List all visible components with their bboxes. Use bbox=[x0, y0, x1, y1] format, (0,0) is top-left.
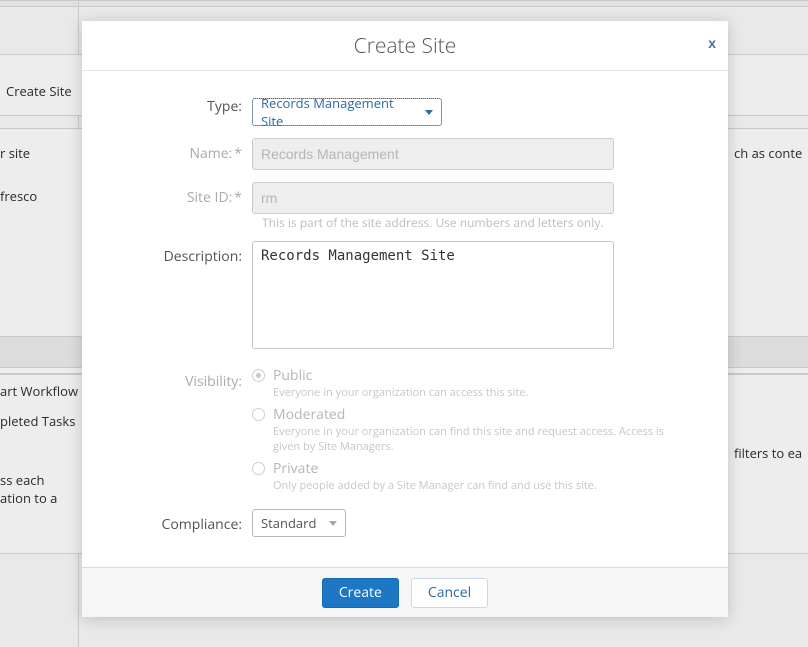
dialog-title: Create Site bbox=[354, 32, 457, 60]
cancel-button[interactable]: Cancel bbox=[411, 578, 488, 608]
create-button[interactable]: Create bbox=[322, 578, 399, 608]
label-visibility: Visibility: bbox=[92, 366, 252, 497]
type-select[interactable]: Records Management Site bbox=[252, 98, 442, 126]
row-description: Description: bbox=[92, 241, 718, 354]
label-siteid: Site ID:* bbox=[92, 182, 252, 214]
bg-ch-as-conte: ch as conte bbox=[734, 144, 802, 162]
row-type: Type: Records Management Site bbox=[92, 91, 718, 126]
radio-moderated-desc: Everyone in your organization can find t… bbox=[273, 425, 682, 455]
label-type: Type: bbox=[92, 91, 252, 126]
radio-public-label: Public bbox=[273, 366, 528, 385]
radio-moderated bbox=[252, 408, 265, 421]
compliance-select[interactable]: Standard bbox=[252, 509, 346, 537]
label-description: Description: bbox=[92, 241, 252, 354]
chevron-down-icon bbox=[329, 521, 337, 526]
radio-public bbox=[252, 369, 265, 382]
compliance-select-value: Standard bbox=[261, 514, 316, 532]
bg-fresco: fresco bbox=[0, 187, 37, 205]
label-name-text: Name: bbox=[189, 144, 232, 163]
bg-filters-to-ea: filters to ea bbox=[734, 444, 802, 462]
dialog-header: Create Site x bbox=[82, 21, 728, 71]
bg-ss-each: ss each bbox=[0, 471, 45, 489]
radio-private bbox=[252, 462, 265, 475]
label-name: Name:* bbox=[92, 138, 252, 170]
radio-moderated-label: Moderated bbox=[273, 405, 682, 424]
row-visibility: Visibility: Public Everyone in your orga… bbox=[92, 366, 718, 497]
bg-create-site: Create Site bbox=[6, 82, 72, 100]
close-icon[interactable]: x bbox=[708, 35, 716, 51]
bg-rsite: r site bbox=[0, 144, 30, 162]
bg-pleted-tasks: pleted Tasks bbox=[0, 412, 75, 430]
bg-header-strip bbox=[0, 0, 808, 7]
visibility-moderated: Moderated Everyone in your organization … bbox=[252, 405, 682, 455]
radio-private-label: Private bbox=[273, 459, 597, 478]
create-site-dialog: Create Site x Type: Records Management S… bbox=[82, 21, 728, 617]
dialog-footer: Create Cancel bbox=[82, 567, 728, 617]
radio-public-desc: Everyone in your organization can access… bbox=[273, 386, 528, 401]
label-compliance: Compliance: bbox=[92, 509, 252, 537]
name-input bbox=[252, 138, 614, 170]
row-name: Name:* bbox=[92, 138, 718, 170]
row-compliance: Compliance: Standard bbox=[92, 509, 718, 537]
bg-art-workflow: art Workflow bbox=[0, 382, 78, 400]
radio-private-desc: Only people added by a Site Manager can … bbox=[273, 479, 597, 494]
type-select-value: Records Management Site bbox=[261, 94, 419, 130]
chevron-down-icon bbox=[425, 110, 433, 115]
label-siteid-text: Site ID: bbox=[187, 188, 232, 207]
description-input[interactable] bbox=[252, 241, 614, 349]
bg-ation-to-a: ation to a bbox=[0, 489, 57, 507]
siteid-input bbox=[252, 182, 614, 214]
visibility-public: Public Everyone in your organization can… bbox=[252, 366, 682, 401]
visibility-private: Private Only people added by a Site Mana… bbox=[252, 459, 682, 494]
dialog-body: Type: Records Management Site Name:* Sit… bbox=[82, 71, 728, 567]
